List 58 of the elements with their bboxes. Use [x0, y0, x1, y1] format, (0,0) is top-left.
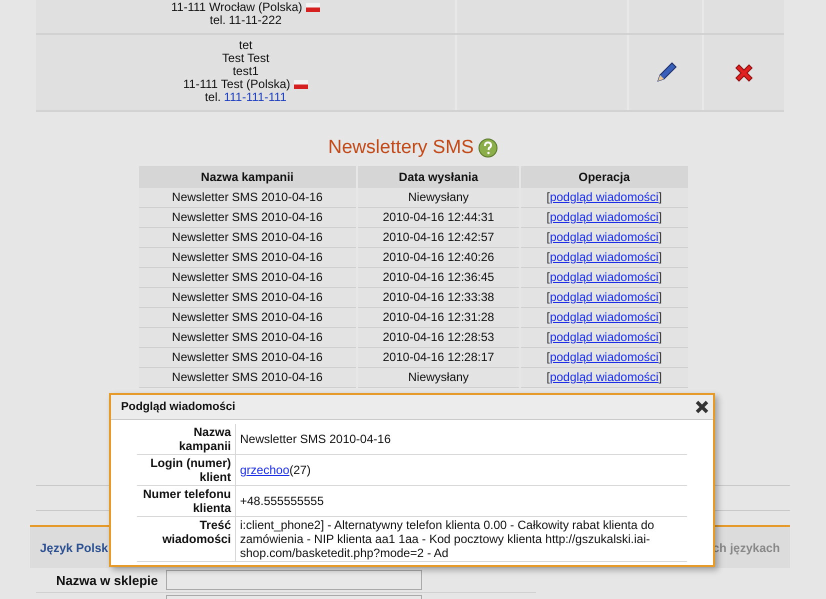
- bracket: ]: [658, 270, 662, 284]
- preview-link[interactable]: podgląd wiadomości: [550, 310, 659, 324]
- preview-link[interactable]: podgląd wiadomości: [550, 370, 659, 384]
- preview-link[interactable]: podgląd wiadomości: [550, 330, 659, 344]
- address-line: 11-111 Test (Polska): [183, 78, 308, 91]
- bracket: [: [546, 370, 550, 384]
- field-label: Nazwa kampanii: [137, 424, 236, 454]
- field-label: Numer telefonu klienta: [137, 486, 236, 516]
- bracket: [: [546, 250, 550, 264]
- preview-link[interactable]: podgląd wiadomości: [550, 250, 659, 264]
- bracket: [: [546, 190, 550, 204]
- dialog-title: Podgląd wiadomości: [121, 401, 236, 413]
- phone-number: 11-11-222: [228, 14, 282, 27]
- field-value: i:client_phone2] - Alternatywny telefon klienta 0.00 - Całkowity rabat klienta do zamówienia - NIP klienta aa1 1aa - Kod pocztowy klienta http://gszukalski.iai-shop.com/basketedit.php?mode=2 - Ad: [239, 517, 656, 561]
- field-value: Newsletter SMS 2010-04-16: [239, 431, 392, 448]
- bracket: ]: [658, 350, 662, 364]
- bracket: ]: [658, 210, 662, 224]
- bracket: ]: [658, 330, 662, 344]
- column-header: Data wysłania: [358, 166, 519, 188]
- field-value: +48.555555555: [239, 493, 325, 510]
- address-line: test1: [232, 65, 259, 78]
- preview-link[interactable]: podgląd wiadomości: [550, 230, 659, 244]
- bracket: [: [546, 310, 550, 324]
- column-header: Nazwa kampanii: [138, 166, 356, 188]
- bracket: ]: [658, 250, 662, 264]
- preview-link[interactable]: podgląd wiadomości: [550, 290, 659, 304]
- input-field[interactable]: [166, 570, 422, 590]
- address-line: Test Test: [222, 52, 270, 65]
- bracket: [: [546, 290, 550, 304]
- preview-link[interactable]: podgląd wiadomości: [550, 350, 659, 364]
- field-label: Treść wiadomości: [137, 517, 236, 561]
- bracket: [: [546, 270, 550, 284]
- preview-link[interactable]: podgląd wiadomości: [550, 210, 659, 224]
- delete-icon[interactable]: [733, 62, 756, 84]
- bracket: ]: [658, 290, 662, 304]
- phone-label: tel.: [204, 91, 221, 104]
- bracket: ]: [658, 190, 662, 204]
- help-icon[interactable]: [478, 138, 498, 158]
- field-value: (27): [289, 463, 311, 477]
- bracket: ]: [658, 310, 662, 324]
- login-link[interactable]: grzechoo: [240, 463, 290, 477]
- preview-link[interactable]: podgląd wiadomości: [550, 270, 659, 284]
- column-header: Operacja: [520, 166, 688, 188]
- bracket: [: [546, 230, 550, 244]
- preview-link[interactable]: podgląd wiadomości: [550, 190, 659, 204]
- field-label: Login (numer) klient: [137, 455, 236, 485]
- address-line: tet: [239, 39, 252, 52]
- bracket: [: [546, 210, 550, 224]
- bracket: [: [546, 330, 550, 344]
- address-line: 11-111 Wrocław (Polska): [171, 1, 320, 14]
- bracket: ]: [658, 230, 662, 244]
- section-title: Newslettery SMS: [328, 137, 474, 159]
- bracket: ]: [658, 370, 662, 384]
- field-label: Nazwa w sklepie: [55, 572, 159, 588]
- phone-link[interactable]: 111-111-111: [224, 91, 287, 104]
- bracket: [: [546, 350, 550, 364]
- close-icon[interactable]: [695, 400, 709, 414]
- phone-label: tel.: [210, 14, 226, 27]
